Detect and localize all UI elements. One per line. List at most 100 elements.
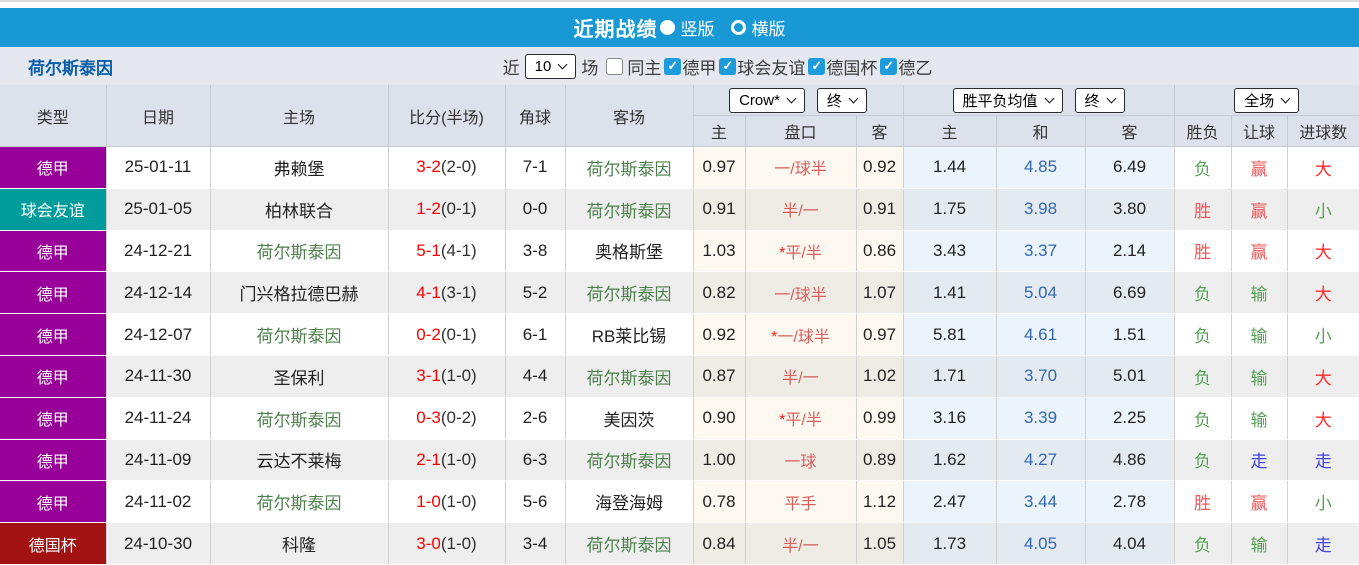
- avg-home: 1.41: [903, 272, 996, 314]
- result-goals: 大: [1287, 147, 1359, 189]
- league-filter-item: ✓德国杯: [808, 54, 877, 79]
- col-header-avg-draw: 和: [996, 116, 1085, 147]
- avg-away: 2.25: [1085, 397, 1174, 439]
- avg-away: 6.69: [1085, 272, 1174, 314]
- odds-away: 0.92: [856, 147, 903, 189]
- league-checkbox[interactable]: ✓: [808, 58, 825, 75]
- recent-results-table: 类型 日期 主场 比分(半场) 角球 客场 Crow* 终 胜平负均值 终 全场: [0, 85, 1359, 565]
- corner-score: 3-8: [505, 230, 565, 272]
- league-type-badge: 德甲: [0, 439, 106, 481]
- result-handicap: 输: [1231, 314, 1287, 356]
- bookmaker-select[interactable]: Crow*: [729, 88, 805, 113]
- corner-score: 5-2: [505, 272, 565, 314]
- match-date: 25-01-11: [106, 147, 210, 189]
- home-team: 荷尔斯泰因: [210, 230, 388, 272]
- col-header-type: 类型: [0, 85, 106, 147]
- home-team: 柏林联合: [210, 188, 388, 230]
- league-type-badge: 德甲: [0, 314, 106, 356]
- league-filter-item: ✓德甲: [664, 54, 716, 79]
- result-goals: 大: [1287, 230, 1359, 272]
- odds-time-select[interactable]: 终: [817, 88, 867, 113]
- odds-home: 0.92: [693, 314, 745, 356]
- layout-vertical-label[interactable]: 竖版: [681, 15, 715, 40]
- away-team: 荷尔斯泰因: [565, 523, 693, 565]
- league-type-badge: 德甲: [0, 355, 106, 397]
- avg-away: 5.01: [1085, 355, 1174, 397]
- match-date: 24-11-24: [106, 397, 210, 439]
- league-filters: ✓德甲✓球会友谊✓德国杯✓德乙: [661, 54, 932, 79]
- league-checkbox[interactable]: ✓: [664, 58, 681, 75]
- league-type-badge: 德甲: [0, 272, 106, 314]
- away-team: 荷尔斯泰因: [565, 439, 693, 481]
- league-checkbox[interactable]: ✓: [880, 58, 897, 75]
- chevron-down-icon: [558, 60, 568, 70]
- col-header-avg-home: 主: [903, 116, 996, 147]
- col-header-avg-away: 客: [1085, 116, 1174, 147]
- avg-draw: 3.37: [996, 230, 1085, 272]
- corner-score: 3-4: [505, 523, 565, 565]
- result-outcome: 负: [1174, 272, 1231, 314]
- avg-home: 3.43: [903, 230, 996, 272]
- title-bar: 近期战绩 竖版 横版: [0, 8, 1359, 47]
- same-home-checkbox[interactable]: [606, 58, 623, 75]
- avg-draw: 3.70: [996, 355, 1085, 397]
- team-name: 荷尔斯泰因: [28, 54, 113, 79]
- odds-away: 0.99: [856, 397, 903, 439]
- match-score: 3-1(1-0): [388, 355, 505, 397]
- avg-draw: 4.61: [996, 314, 1085, 356]
- avg-type-select[interactable]: 胜平负均值: [953, 88, 1063, 113]
- result-goals: 小: [1287, 188, 1359, 230]
- home-team: 圣保利: [210, 355, 388, 397]
- result-goals: 小: [1287, 314, 1359, 356]
- recent-count-select[interactable]: 10: [525, 54, 577, 79]
- match-score: 2-1(1-0): [388, 439, 505, 481]
- avg-away: 4.86: [1085, 439, 1174, 481]
- league-type-badge: 德甲: [0, 147, 106, 189]
- avg-time-select[interactable]: 终: [1075, 88, 1125, 113]
- odds-home: 0.78: [693, 481, 745, 523]
- match-row: 球会友谊25-01-05柏林联合1-2(0-1)0-0荷尔斯泰因0.91半/一0…: [0, 188, 1359, 230]
- match-date: 24-11-09: [106, 439, 210, 481]
- corner-score: 0-0: [505, 188, 565, 230]
- filter-controls: 近 10 场 同主 ✓德甲✓球会友谊✓德国杯✓德乙: [503, 54, 933, 79]
- away-team: 海登海姆: [565, 481, 693, 523]
- result-outcome: 负: [1174, 314, 1231, 356]
- home-team: 弗赖堡: [210, 147, 388, 189]
- col-header-handicap: 盘口: [745, 116, 856, 147]
- match-date: 24-12-14: [106, 272, 210, 314]
- match-score: 0-2(0-1): [388, 314, 505, 356]
- avg-home: 1.62: [903, 439, 996, 481]
- layout-vertical-radio[interactable]: [660, 20, 675, 35]
- result-handicap: 赢: [1231, 230, 1287, 272]
- handicap: 一/球半: [745, 147, 856, 189]
- league-label: 德甲: [682, 54, 716, 79]
- match-date: 24-12-21: [106, 230, 210, 272]
- odds-home: 0.90: [693, 397, 745, 439]
- home-team: 荷尔斯泰因: [210, 314, 388, 356]
- handicap: *一/球半: [745, 314, 856, 356]
- away-team: 荷尔斯泰因: [565, 355, 693, 397]
- scope-select[interactable]: 全场: [1234, 88, 1299, 113]
- odds-home: 0.87: [693, 355, 745, 397]
- chevron-down-icon: [1106, 94, 1116, 104]
- match-row: 德甲24-11-09云达不莱梅2-1(1-0)6-3荷尔斯泰因1.00一球0.8…: [0, 439, 1359, 481]
- handicap: 半/一: [745, 355, 856, 397]
- matches-label: 场: [581, 54, 598, 79]
- league-type-badge: 德国杯: [0, 523, 106, 565]
- layout-horizontal-label[interactable]: 横版: [752, 15, 786, 40]
- avg-away: 2.78: [1085, 481, 1174, 523]
- match-row: 德甲24-11-24荷尔斯泰因0-3(0-2)2-6美因茨0.90*平/半0.9…: [0, 397, 1359, 439]
- avg-draw: 3.98: [996, 188, 1085, 230]
- league-type-badge: 球会友谊: [0, 188, 106, 230]
- handicap: 一/球半: [745, 272, 856, 314]
- league-checkbox[interactable]: ✓: [719, 58, 736, 75]
- match-row: 德甲24-12-07荷尔斯泰因0-2(0-1)6-1RB莱比锡0.92*一/球半…: [0, 314, 1359, 356]
- col-header-corner: 角球: [505, 85, 565, 147]
- match-row: 德甲24-12-14门兴格拉德巴赫4-1(3-1)5-2荷尔斯泰因0.82一/球…: [0, 272, 1359, 314]
- odds-away: 0.89: [856, 439, 903, 481]
- result-handicap: 赢: [1231, 481, 1287, 523]
- layout-horizontal-radio[interactable]: [731, 20, 746, 35]
- result-outcome: 胜: [1174, 188, 1231, 230]
- chevron-down-icon: [848, 94, 858, 104]
- result-goals: 走: [1287, 523, 1359, 565]
